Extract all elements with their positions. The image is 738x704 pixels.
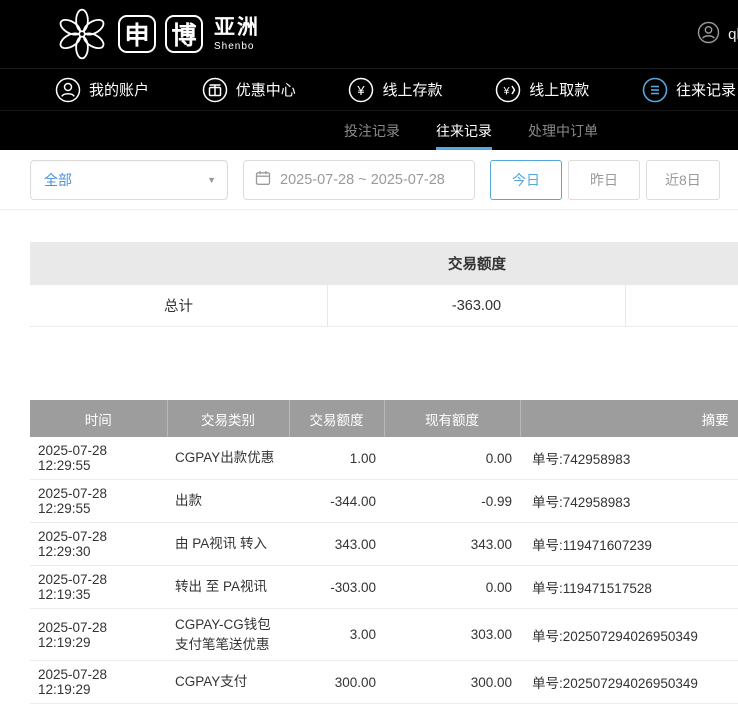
col-header-amount: 交易额度 [289, 400, 384, 437]
yesterday-button[interactable]: 昨日 [568, 160, 640, 200]
tab-betting-records[interactable]: 投注记录 [344, 111, 400, 150]
transactions-section: 时间 交易类别 交易额度 现有额度 摘要 2025-07-28 12:29:55… [30, 400, 738, 704]
summary-total-value: -363.00 [328, 285, 626, 326]
cell-type: CGPAY支付 [167, 661, 289, 704]
table-row: 2025-07-28 12:19:29 CGPAY支付 300.00 300.0… [30, 661, 738, 704]
quick-date-buttons: 今日 昨日 近8日 [490, 160, 720, 200]
table-row: 2025-07-28 12:19:29 CGPAY-CG钱包支付笔笔送优惠 3.… [30, 609, 738, 661]
person-icon [55, 77, 81, 103]
tab-processing-orders[interactable]: 处理中订单 [528, 111, 598, 150]
withdraw-coin-icon: ¥ [495, 77, 521, 103]
summary-total-row: 总计 -363.00 [30, 285, 738, 327]
nav-label: 线上取款 [529, 79, 589, 100]
summary-header-empty [30, 242, 328, 285]
col-header-balance: 现有额度 [384, 400, 520, 437]
nav-item-deposit[interactable]: ¥ 线上存款 [348, 77, 442, 103]
cell-amount: -344.00 [289, 480, 384, 523]
filter-bar: 全部 ▼ 2025-07-28 ~ 2025-07-28 今日 昨日 近8日 [0, 150, 738, 210]
username-text: qhhw [728, 26, 738, 43]
cell-time: 2025-07-28 12:29:30 [30, 523, 167, 566]
cell-summary: 单号:119471517528 [520, 566, 738, 609]
summary-empty-cell [626, 285, 738, 326]
cell-time: 2025-07-28 12:19:29 [30, 661, 167, 704]
transactions-table: 时间 交易类别 交易额度 现有额度 摘要 2025-07-28 12:29:55… [30, 400, 738, 704]
summary-header-row: 交易额度 [30, 242, 738, 285]
nav-label: 优惠中心 [236, 79, 296, 100]
cell-balance: 0.00 [384, 437, 520, 480]
cell-amount: -303.00 [289, 566, 384, 609]
nav-label: 线上存款 [382, 79, 442, 100]
today-button[interactable]: 今日 [490, 160, 562, 200]
cell-type: CGPAY出款优惠 [167, 437, 289, 480]
page: 申 博 亚洲 Shenbo qhhw [0, 0, 738, 704]
cell-balance: 300.00 [384, 661, 520, 704]
last-8-days-button[interactable]: 近8日 [646, 160, 720, 200]
svg-text:¥: ¥ [357, 83, 366, 98]
cell-balance: 0.00 [384, 566, 520, 609]
date-range-picker[interactable]: 2025-07-28 ~ 2025-07-28 [243, 160, 475, 200]
summary-total-label: 总计 [30, 285, 328, 326]
table-row: 2025-07-28 12:29:55 CGPAY出款优惠 1.00 0.00 … [30, 437, 738, 480]
table-row: 2025-07-28 12:19:35 转出 至 PA视讯 -303.00 0.… [30, 566, 738, 609]
col-header-summary: 摘要 [520, 400, 738, 437]
category-select[interactable]: 全部 ▼ [30, 160, 228, 200]
cell-type: 出款 [167, 480, 289, 523]
cell-amount: 343.00 [289, 523, 384, 566]
flower-icon [55, 7, 109, 61]
logo-char-1: 申 [118, 15, 156, 53]
top-header: 申 博 亚洲 Shenbo qhhw [0, 0, 738, 68]
logo-char-2: 博 [165, 15, 203, 53]
cell-type: CGPAY-CG钱包支付笔笔送优惠 [167, 609, 289, 661]
col-header-time: 时间 [30, 400, 167, 437]
nav-item-records[interactable]: 往来记录 [642, 77, 736, 103]
cell-summary: 单号:202507294026950349 [520, 609, 738, 661]
summary-table: 交易额度 总计 -363.00 [30, 242, 738, 327]
site-logo[interactable]: 申 博 亚洲 Shenbo [55, 7, 260, 61]
main-nav: 我的账户 优惠中心 ¥ 线上存款 [0, 68, 738, 110]
nav-item-my-account[interactable]: 我的账户 [55, 77, 149, 103]
cell-amount: 3.00 [289, 609, 384, 661]
logo-region-block: 亚洲 Shenbo [214, 17, 260, 52]
avatar-icon [697, 21, 720, 48]
logo-region-text: 亚洲 [214, 17, 260, 38]
cell-time: 2025-07-28 12:19:29 [30, 609, 167, 661]
cell-balance: 343.00 [384, 523, 520, 566]
svg-text:¥: ¥ [503, 85, 511, 97]
cell-balance: 303.00 [384, 609, 520, 661]
cell-amount: 1.00 [289, 437, 384, 480]
summary-header-empty-2 [626, 242, 738, 285]
tab-transaction-records[interactable]: 往来记录 [436, 111, 492, 150]
deposit-coin-icon: ¥ [348, 77, 374, 103]
nav-item-promotions[interactable]: 优惠中心 [202, 77, 296, 103]
category-select-value: 全部 [44, 170, 72, 190]
cell-time: 2025-07-28 12:19:35 [30, 566, 167, 609]
date-range-value: 2025-07-28 ~ 2025-07-28 [280, 172, 445, 188]
cell-type: 由 PA视讯 转入 [167, 523, 289, 566]
cell-time: 2025-07-28 12:29:55 [30, 480, 167, 523]
nav-label: 往来记录 [676, 79, 736, 100]
chevron-down-icon: ▼ [207, 175, 216, 185]
nav-item-withdraw[interactable]: ¥ 线上取款 [495, 77, 589, 103]
cell-summary: 单号:202507294026950349 [520, 661, 738, 704]
calendar-icon [255, 170, 271, 190]
cell-summary: 单号:742958983 [520, 437, 738, 480]
cell-summary: 单号:119471607239 [520, 523, 738, 566]
nav-label: 我的账户 [89, 79, 149, 100]
col-header-type: 交易类别 [167, 400, 289, 437]
table-header-row: 时间 交易类别 交易额度 现有额度 摘要 [30, 400, 738, 437]
cell-amount: 300.00 [289, 661, 384, 704]
cell-balance: -0.99 [384, 480, 520, 523]
table-row: 2025-07-28 12:29:30 由 PA视讯 转入 343.00 343… [30, 523, 738, 566]
cell-summary: 单号:742958983 [520, 480, 738, 523]
gift-icon [202, 77, 228, 103]
records-subnav: 投注记录 往来记录 处理中订单 [0, 110, 738, 150]
cell-time: 2025-07-28 12:29:55 [30, 437, 167, 480]
cell-type: 转出 至 PA视讯 [167, 566, 289, 609]
summary-header-amount: 交易额度 [328, 242, 626, 285]
user-account[interactable]: qhhw [697, 0, 738, 68]
records-icon [642, 77, 668, 103]
table-row: 2025-07-28 12:29:55 出款 -344.00 -0.99 单号:… [30, 480, 738, 523]
logo-en-text: Shenbo [214, 42, 260, 52]
